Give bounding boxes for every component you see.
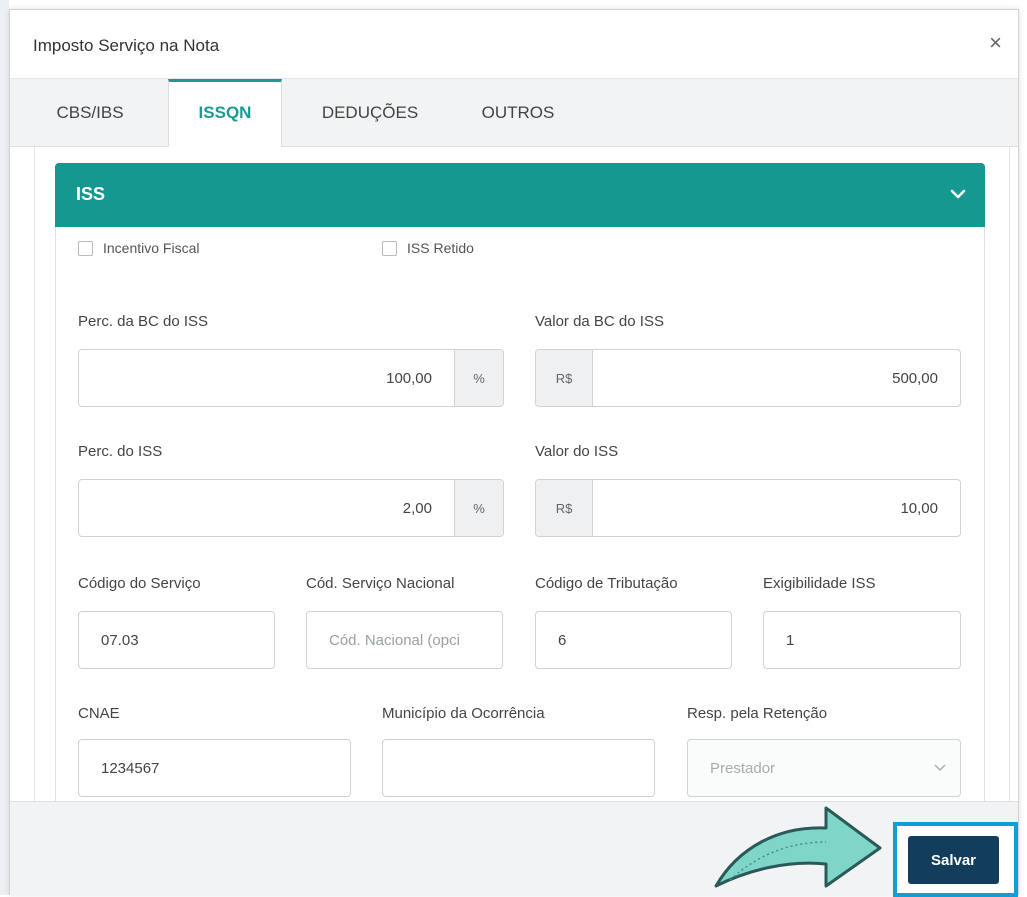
codigo-tributacao-label: Código de Tributação (535, 575, 678, 592)
resp-retencao-label: Resp. pela Retenção (687, 705, 828, 722)
municipio-ocorrencia-input[interactable] (382, 739, 655, 797)
perc-bc-iss-label: Perc. da BC do ISS (78, 313, 209, 330)
chevron-down-icon (920, 764, 960, 772)
perc-iss-label: Perc. do ISS (78, 443, 163, 460)
modal-title: Imposto Serviço na Nota (33, 36, 220, 55)
valor-bc-iss-value: 500,00 (892, 369, 938, 387)
currency-addon: R$ (536, 480, 593, 536)
perc-bc-iss-input[interactable]: 100,00 % (78, 349, 504, 407)
exigibilidade-iss-input[interactable]: 1 (763, 611, 961, 669)
cnae-input[interactable]: 1234567 (78, 739, 351, 797)
incentivo-fiscal-checkbox[interactable]: Incentivo Fiscal (78, 240, 199, 256)
cnae-value: 1234567 (101, 759, 160, 777)
resp-retencao-value: Prestador (710, 759, 776, 777)
valor-iss-label: Valor do ISS (535, 443, 619, 460)
currency-addon: R$ (536, 350, 593, 406)
resp-retencao-select[interactable]: Prestador (687, 739, 961, 797)
percent-addon: % (454, 480, 503, 536)
tab-outros[interactable]: OUTROS (462, 79, 574, 147)
cod-servico-nacional-input[interactable]: Cód. Nacional (opci (306, 611, 503, 669)
save-button-highlight: Salvar (893, 822, 1018, 897)
tab-cbs-ibs[interactable]: CBS/IBS (32, 79, 148, 147)
iss-retido-label: ISS Retido (407, 240, 474, 256)
valor-bc-iss-input[interactable]: R$ 500,00 (535, 349, 961, 407)
valor-iss-value: 10,00 (900, 499, 938, 517)
exigibilidade-iss-label: Exigibilidade ISS (763, 575, 876, 592)
codigo-tributacao-value: 6 (558, 631, 567, 649)
codigo-servico-value: 07.03 (101, 631, 139, 649)
perc-iss-value: 2,00 (402, 499, 432, 517)
checkbox-box[interactable] (382, 240, 397, 256)
background-page-edge (0, 0, 9, 895)
iss-section-body: Incentivo Fiscal ISS Retido Perc. da BC … (55, 227, 985, 801)
tab-bar: CBS/IBS ISSQN DEDUÇÕES OUTROS (10, 79, 1018, 148)
valor-iss-input[interactable]: R$ 10,00 (535, 479, 961, 537)
valor-bc-iss-label: Valor da BC do ISS (535, 313, 664, 330)
pointer-arrow-icon (714, 806, 882, 888)
cod-servico-nacional-label: Cód. Serviço Nacional (306, 575, 455, 592)
perc-iss-input[interactable]: 2,00 % (78, 479, 504, 537)
tab-deducoes[interactable]: DEDUÇÕES (300, 79, 440, 147)
save-button[interactable]: Salvar (908, 836, 999, 884)
close-icon[interactable]: × (989, 32, 1002, 54)
checkbox-box[interactable] (78, 240, 93, 256)
codigo-servico-input[interactable]: 07.03 (78, 611, 275, 669)
tab-issqn[interactable]: ISSQN (168, 79, 282, 148)
section-title: ISS (76, 184, 106, 204)
modal-header: Imposto Serviço na Nota × (10, 10, 1018, 79)
percent-addon: % (454, 350, 503, 406)
tax-modal: Imposto Serviço na Nota × CBS/IBS ISSQN … (9, 9, 1019, 897)
codigo-tributacao-input[interactable]: 6 (535, 611, 732, 669)
iss-section-header[interactable]: ISS (55, 163, 985, 227)
perc-bc-iss-value: 100,00 (386, 369, 432, 387)
cod-servico-nacional-placeholder: Cód. Nacional (opci (329, 631, 460, 649)
tab-content-issqn: ISS Incentivo Fiscal ISS Retido Perc. da… (34, 147, 1010, 801)
incentivo-fiscal-label: Incentivo Fiscal (103, 240, 200, 256)
municipio-ocorrencia-label: Município da Ocorrência (382, 705, 545, 722)
codigo-servico-label: Código do Serviço (78, 575, 201, 592)
cnae-label: CNAE (78, 705, 120, 722)
exigibilidade-iss-value: 1 (786, 631, 795, 649)
chevron-down-icon (950, 189, 966, 199)
iss-retido-checkbox[interactable]: ISS Retido (382, 240, 474, 256)
